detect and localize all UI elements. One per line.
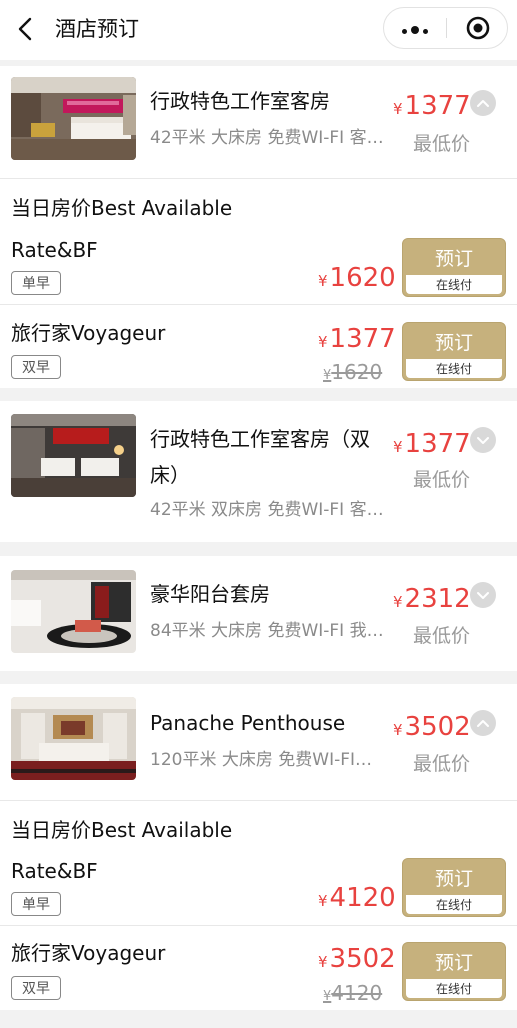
original-price: ¥1620 xyxy=(323,360,383,384)
back-button[interactable] xyxy=(10,14,40,44)
room-description: 42平米 大床房 免费WI-FI 客… xyxy=(150,128,384,148)
rate-price: ¥4120 xyxy=(318,883,396,913)
divider xyxy=(0,800,517,801)
lowest-price-label: 最低价 xyxy=(413,625,471,647)
room-lowest-price: ¥3502 xyxy=(393,712,471,742)
room-description: 84平米 大床房 免费WI-FI 我… xyxy=(150,621,384,641)
chevron-left-icon xyxy=(18,17,32,41)
breakfast-badge: 单早 xyxy=(11,892,61,916)
room-card: 豪华阳台套房 84平米 大床房 免费WI-FI 我… ¥2312 最低价 xyxy=(0,556,517,671)
pay-online-label: 在线付 xyxy=(406,895,502,914)
room-description: 42平米 双床房 免费WI-FI 客… xyxy=(150,500,384,520)
page-title: 酒店预订 xyxy=(55,17,139,41)
breakfast-badge: 单早 xyxy=(11,271,61,295)
room-lowest-price: ¥2312 xyxy=(393,584,471,614)
chevron-up-icon xyxy=(477,100,489,107)
rate-price: ¥1377 xyxy=(318,324,396,354)
chevron-down-icon xyxy=(477,592,489,599)
pay-online-label: 在线付 xyxy=(406,979,502,998)
divider xyxy=(0,304,517,305)
book-button[interactable]: 预订 在线付 xyxy=(402,322,506,381)
room-name[interactable]: 行政特色工作室客房（双床） xyxy=(150,421,386,493)
book-button[interactable]: 预订 在线付 xyxy=(402,238,506,297)
book-button[interactable]: 预订 在线付 xyxy=(402,858,506,917)
room-lowest-price: ¥1377 xyxy=(393,429,471,459)
breakfast-badge: 双早 xyxy=(11,355,61,379)
rate-group-title: 当日房价Best Available xyxy=(11,818,233,842)
room-card: 行政特色工作室客房（双床） 42平米 双床房 免费WI-FI 客… ¥1377 … xyxy=(0,401,517,542)
room-photo[interactable] xyxy=(11,570,136,653)
lowest-price-label: 最低价 xyxy=(413,469,471,491)
collapse-toggle[interactable] xyxy=(470,90,496,116)
rate-price: ¥3502 xyxy=(318,944,396,974)
room-photo[interactable] xyxy=(11,414,136,497)
book-label: 预订 xyxy=(434,951,473,974)
rate-price: ¥1620 xyxy=(318,263,396,293)
target-close-icon xyxy=(466,16,490,40)
pay-online-label: 在线付 xyxy=(406,359,502,378)
book-label: 预订 xyxy=(434,867,473,890)
more-dots-icon xyxy=(400,19,430,38)
room-photo[interactable] xyxy=(11,77,136,160)
chevron-up-icon xyxy=(477,720,489,727)
book-label: 预订 xyxy=(434,331,473,354)
lowest-price-label: 最低价 xyxy=(413,133,471,155)
room-card: Panache Penthouse 120平米 大床房 免费WI-FI… ¥35… xyxy=(0,684,517,1010)
room-lowest-price: ¥1377 xyxy=(393,91,471,121)
expand-toggle[interactable] xyxy=(470,582,496,608)
room-name[interactable]: Panache Penthouse xyxy=(150,705,386,741)
rate-name: 旅行家Voyageur xyxy=(11,941,166,965)
close-button[interactable] xyxy=(447,8,509,48)
original-price: ¥4120 xyxy=(323,981,383,1005)
room-photo[interactable] xyxy=(11,697,136,780)
breakfast-badge: 双早 xyxy=(11,976,61,1000)
rate-name: 旅行家Voyageur xyxy=(11,321,166,345)
room-description: 120平米 大床房 免费WI-FI… xyxy=(150,750,373,770)
collapse-toggle[interactable] xyxy=(470,710,496,736)
pay-online-label: 在线付 xyxy=(406,275,502,294)
divider xyxy=(0,178,517,179)
lowest-price-label: 最低价 xyxy=(413,753,471,775)
room-card: 行政特色工作室客房 42平米 大床房 免费WI-FI 客… ¥1377 最低价 … xyxy=(0,66,517,388)
expand-toggle[interactable] xyxy=(470,427,496,453)
book-button[interactable]: 预订 在线付 xyxy=(402,942,506,1001)
more-button[interactable] xyxy=(384,8,446,48)
chevron-down-icon xyxy=(477,437,489,444)
book-label: 预订 xyxy=(434,247,473,270)
rate-name: Rate&BF xyxy=(11,859,98,883)
room-name[interactable]: 豪华阳台套房 xyxy=(150,576,386,612)
rate-name: Rate&BF xyxy=(11,238,98,262)
navigation-bar: 酒店预订 xyxy=(0,0,517,60)
rate-group-title: 当日房价Best Available xyxy=(11,196,233,220)
divider xyxy=(0,925,517,926)
mini-program-capsule xyxy=(383,7,508,49)
room-name[interactable]: 行政特色工作室客房 xyxy=(150,83,386,119)
